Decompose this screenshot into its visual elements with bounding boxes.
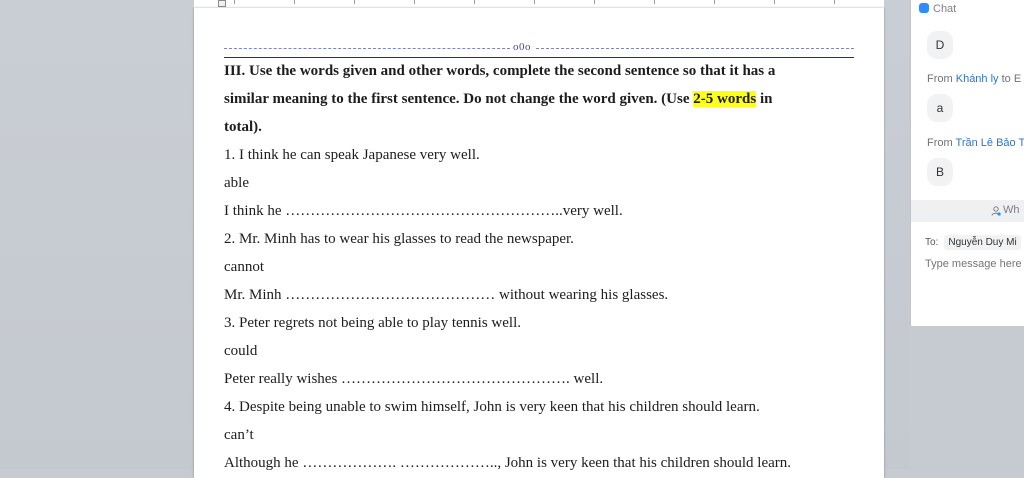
who-can-see-label: Wh bbox=[1003, 204, 1020, 216]
to-label: To: bbox=[925, 237, 939, 248]
question-sentence: 3. Peter regrets not being able to play … bbox=[224, 315, 522, 331]
separator-dash-right bbox=[536, 48, 854, 49]
separator-dash-left bbox=[224, 48, 510, 49]
tab-stop-selector[interactable] bbox=[218, 0, 226, 7]
question-given-word: can’t bbox=[224, 427, 254, 443]
exercise-content[interactable]: III. Use the words given and other words… bbox=[224, 57, 854, 477]
ruler-tick bbox=[474, 0, 475, 4]
question-answer-line: Although he ………………. ……………….., John is ve… bbox=[224, 455, 792, 471]
question-sentence: 4. Despite being unable to swim himself,… bbox=[224, 399, 760, 415]
highlighted-word-count: 2-5 words bbox=[693, 91, 757, 107]
chat-icon bbox=[919, 3, 929, 13]
chat-message-bubble[interactable]: a bbox=[927, 94, 953, 122]
heading-text: similar meaning to the first sentence. D… bbox=[224, 91, 694, 107]
chat-who-can-see-bar[interactable]: Wh bbox=[911, 200, 1024, 222]
sender-name[interactable]: Khánh ly bbox=[956, 73, 999, 85]
person-icon bbox=[991, 206, 1001, 216]
question-sentence: 1. I think he can speak Japanese very we… bbox=[224, 147, 480, 163]
heading-text: in bbox=[756, 91, 773, 107]
chat-message-sender: From Khánh ly to E bbox=[927, 73, 1021, 85]
question-given-word: cannot bbox=[224, 259, 264, 275]
chat-panel[interactable]: Chat D From Khánh ly to E a From Trần Lê… bbox=[910, 0, 1024, 326]
ruler-tick bbox=[834, 0, 835, 4]
ruler-tick bbox=[294, 0, 295, 4]
recipient-select[interactable]: Nguyễn Duy Mi bbox=[944, 235, 1021, 250]
ruler-tick bbox=[714, 0, 715, 4]
separator-mark: o0o bbox=[513, 41, 531, 53]
chat-title: Chat bbox=[933, 3, 957, 15]
ruler-tick bbox=[234, 0, 235, 4]
question-answer-line: Mr. Minh …………………………………… without wearing … bbox=[224, 287, 669, 303]
ruler-tick bbox=[414, 0, 415, 4]
ruler-tick bbox=[594, 0, 595, 4]
question-sentence: 2. Mr. Minh has to wear his glasses to r… bbox=[224, 231, 574, 247]
chat-header: Chat bbox=[919, 3, 956, 15]
question-given-word: could bbox=[224, 343, 258, 359]
question-given-word: able bbox=[224, 175, 249, 191]
sender-name[interactable]: Trần Lê Bảo T bbox=[956, 137, 1024, 149]
to-prefix: to E bbox=[998, 73, 1022, 85]
ruler-tick bbox=[774, 0, 775, 4]
chat-message-bubble[interactable]: D bbox=[927, 31, 953, 59]
exercise-heading-line1: III. Use the words given and other words… bbox=[224, 63, 776, 79]
from-prefix: From bbox=[927, 137, 956, 149]
chat-recipient: To: Nguyễn Duy Mi bbox=[925, 235, 1021, 250]
chat-message-input[interactable] bbox=[925, 258, 1021, 270]
exercise-heading-line2: similar meaning to the first sentence. D… bbox=[224, 85, 854, 113]
ruler-tick bbox=[534, 0, 535, 4]
question-answer-line: I think he ………………………………………………..very well… bbox=[224, 203, 623, 219]
ruler-tick bbox=[654, 0, 655, 4]
document-page[interactable]: o0o III. Use the words given and other w… bbox=[194, 8, 884, 478]
question-answer-line: Peter really wishes ………………………………………. wel… bbox=[224, 371, 604, 387]
chat-message-sender: From Trần Lê Bảo T bbox=[927, 137, 1024, 149]
ruler-tick bbox=[354, 0, 355, 4]
exercise-heading-line3: total). bbox=[224, 119, 262, 135]
from-prefix: From bbox=[927, 73, 956, 85]
chat-message-bubble[interactable]: B bbox=[927, 158, 953, 186]
